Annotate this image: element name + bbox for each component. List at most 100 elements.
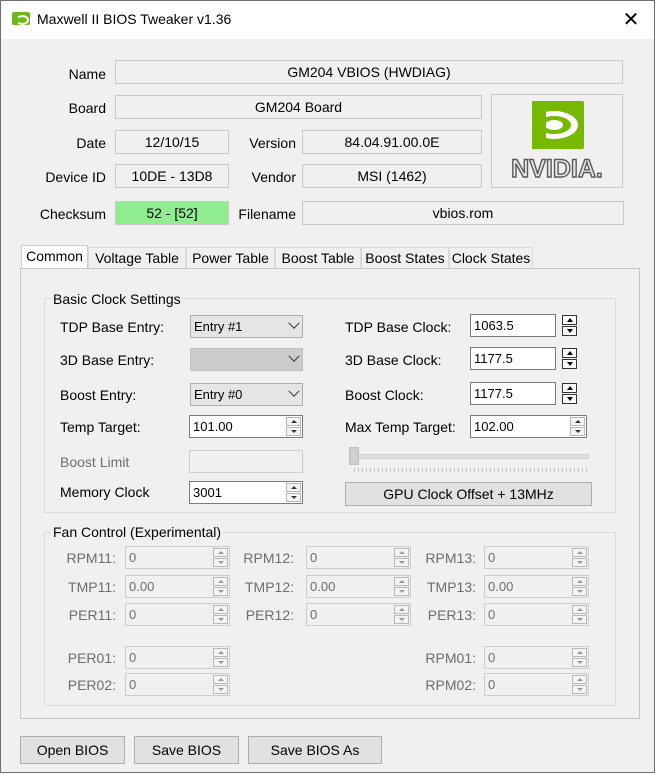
nvidia-wordmark: NVIDIA. xyxy=(511,155,603,183)
tmp12-label: TMP12: xyxy=(244,579,294,595)
checksum-value: 52 - [52] xyxy=(115,201,229,225)
date-value: 12/10/15 xyxy=(115,130,229,154)
tab-boost-table[interactable]: Boost Table xyxy=(275,247,361,268)
basic-clock-settings-title: Basic Clock Settings xyxy=(51,291,183,307)
rpm02-field: 0 xyxy=(484,673,589,696)
tmp13-field: 0.00 xyxy=(484,575,589,598)
filename-label: Filename xyxy=(238,206,296,222)
tab-voltage-table[interactable]: Voltage Table xyxy=(88,247,186,268)
app-icon xyxy=(12,12,30,25)
memory-clock-label: Memory Clock xyxy=(60,484,150,500)
tmp11-field: 0.00 xyxy=(125,575,230,598)
memory-clock-field[interactable]: 3001 xyxy=(189,481,303,504)
max-temp-target-value: 102.00 xyxy=(474,419,514,434)
save-bios-as-button[interactable]: Save BIOS As xyxy=(248,736,382,764)
tab-common[interactable]: Common xyxy=(21,245,88,269)
rpm12-field: 0 xyxy=(306,546,411,569)
open-bios-button[interactable]: Open BIOS xyxy=(20,736,125,764)
rpm01-label: RPM01: xyxy=(425,650,476,666)
slider-thumb[interactable] xyxy=(349,447,359,465)
max-temp-target-field[interactable]: 102.00 xyxy=(470,415,587,438)
rpm11-value: 0 xyxy=(129,550,137,565)
per12-label: PER12: xyxy=(245,607,294,623)
save-bios-button[interactable]: Save BIOS xyxy=(134,736,239,764)
tdp-base-clock-field[interactable]: 1063.5 xyxy=(470,314,556,337)
base3d-entry-select[interactable] xyxy=(190,348,303,371)
tmp12-value: 0.00 xyxy=(310,579,336,594)
gpu-clock-offset-slider[interactable] xyxy=(347,444,590,474)
per01-value: 0 xyxy=(129,650,137,665)
boost-clock-label: Boost Clock: xyxy=(345,387,424,403)
memory-clock-spinner[interactable] xyxy=(286,483,301,502)
version-value: 84.04.91.00.0E xyxy=(302,130,482,154)
rpm13-value: 0 xyxy=(488,550,496,565)
per11-field: 0 xyxy=(125,603,230,626)
per02-field: 0 xyxy=(125,673,230,696)
per01-label: PER01: xyxy=(67,650,116,666)
boost-entry-select[interactable]: Entry #0 xyxy=(190,383,303,406)
per02-label: PER02: xyxy=(67,677,116,693)
tdp-base-entry-label: TDP Base Entry: xyxy=(60,319,165,335)
per11-value: 0 xyxy=(129,607,137,622)
tab-power-table[interactable]: Power Table xyxy=(186,247,275,268)
tdp-base-clock-label: TDP Base Clock: xyxy=(345,319,452,335)
date-label: Date xyxy=(76,135,106,151)
per02-value: 0 xyxy=(129,677,137,692)
per13-value: 0 xyxy=(488,607,496,622)
nvidia-logo: NVIDIA. xyxy=(491,94,623,188)
board-value: GM204 Board xyxy=(115,95,482,119)
per01-field: 0 xyxy=(125,646,230,669)
base3d-clock-field[interactable]: 1177.5 xyxy=(470,347,556,370)
version-label: Version xyxy=(249,135,296,151)
close-button[interactable]: ✕ xyxy=(608,1,654,39)
rpm02-value: 0 xyxy=(488,677,496,692)
device-id-label: Device ID xyxy=(45,169,106,185)
per12-field: 0 xyxy=(306,603,411,626)
temp-target-value: 101.00 xyxy=(193,419,233,434)
temp-target-spinner[interactable] xyxy=(286,417,301,436)
tdp-base-clock-spinner[interactable] xyxy=(562,315,577,336)
temp-target-field[interactable]: 101.00 xyxy=(189,415,303,438)
filename-value: vbios.rom xyxy=(302,201,624,225)
chevron-down-icon xyxy=(288,350,300,362)
rpm01-field: 0 xyxy=(484,646,589,669)
tab-clock-states[interactable]: Clock States xyxy=(449,247,533,268)
max-temp-target-label: Max Temp Target: xyxy=(345,419,456,435)
vendor-label: Vendor xyxy=(251,169,296,185)
checksum-label: Checksum xyxy=(39,206,106,222)
board-label: Board xyxy=(68,100,106,116)
tmp13-label: TMP13: xyxy=(426,579,476,595)
rpm13-field: 0 xyxy=(484,546,589,569)
boost-limit-field xyxy=(189,450,303,473)
name-value: GM204 VBIOS (HWDIAG) xyxy=(115,60,623,84)
max-temp-target-spinner[interactable] xyxy=(570,417,585,436)
base3d-clock-label: 3D Base Clock: xyxy=(345,352,442,368)
memory-clock-value: 3001 xyxy=(193,485,222,500)
boost-clock-field[interactable]: 1177.5 xyxy=(470,382,556,405)
rpm12-value: 0 xyxy=(310,550,318,565)
nvidia-eye-icon: NVIDIA. xyxy=(510,101,604,184)
tab-boost-states[interactable]: Boost States xyxy=(361,247,449,268)
per13-label: PER13: xyxy=(427,607,476,623)
fan-control-title: Fan Control (Experimental) xyxy=(51,524,224,540)
rpm11-label: RPM11: xyxy=(66,550,116,566)
tmp11-label: TMP11: xyxy=(68,579,116,595)
boost-entry-value: Entry #0 xyxy=(194,387,243,402)
boost-entry-label: Boost Entry: xyxy=(60,387,137,403)
per13-field: 0 xyxy=(484,603,589,626)
chevron-down-icon xyxy=(288,317,300,329)
gpu-clock-offset-button[interactable]: GPU Clock Offset + 13MHz xyxy=(345,482,592,506)
slider-ticks xyxy=(354,468,587,472)
device-id-value: 10DE - 13D8 xyxy=(115,164,229,188)
window-title: Maxwell II BIOS Tweaker v1.36 xyxy=(37,11,232,27)
rpm12-label: RPM12: xyxy=(243,550,294,566)
tdp-base-clock-value: 1063.5 xyxy=(474,318,514,333)
tmp13-value: 0.00 xyxy=(488,579,514,594)
boost-clock-spinner[interactable] xyxy=(562,383,577,404)
vendor-value: MSI (1462) xyxy=(302,164,482,188)
temp-target-label: Temp Target: xyxy=(60,419,141,435)
rpm11-field: 0 xyxy=(125,546,230,569)
per11-label: PER11: xyxy=(68,607,116,623)
tdp-base-entry-select[interactable]: Entry #1 xyxy=(190,315,303,338)
base3d-clock-spinner[interactable] xyxy=(562,348,577,369)
